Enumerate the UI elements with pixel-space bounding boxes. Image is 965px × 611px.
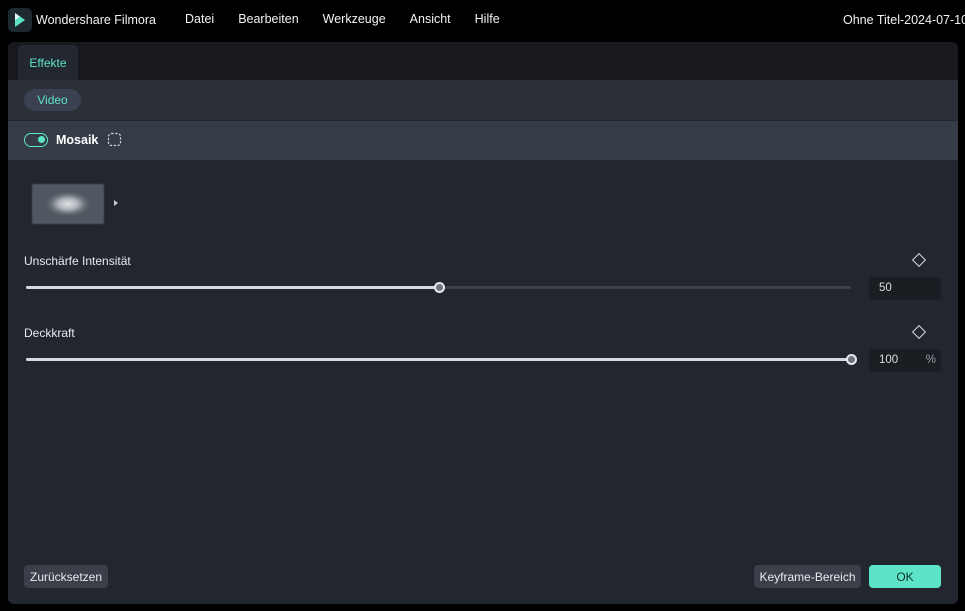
menu-werkzeuge[interactable]: Werkzeuge: [323, 12, 386, 26]
title-bar: Wondershare Filmora Datei Bearbeiten Wer…: [0, 0, 965, 40]
filmora-logo-icon: [8, 8, 32, 32]
slider-blur-intensity[interactable]: [26, 282, 851, 293]
value-text: 50: [879, 282, 892, 294]
effect-header-row: Mosaik: [8, 121, 958, 160]
subtab-bar: Video: [8, 80, 958, 120]
slider-fill: [26, 358, 851, 361]
menu-ansicht[interactable]: Ansicht: [410, 12, 451, 26]
keyframe-range-button[interactable]: Keyframe-Bereich: [754, 565, 861, 588]
menu-hilfe[interactable]: Hilfe: [475, 12, 500, 26]
tab-effekte[interactable]: Effekte: [18, 45, 78, 80]
slider-thumb[interactable]: [433, 282, 445, 293]
keyframe-diamond-icon[interactable]: [911, 324, 927, 340]
ok-button[interactable]: OK: [869, 565, 941, 588]
value-unit: %: [925, 354, 936, 366]
slider-thumb[interactable]: [846, 354, 857, 365]
app-name: Wondershare Filmora: [36, 13, 156, 27]
param-label-opacity: Deckkraft: [24, 326, 75, 340]
toggle-knob: [38, 136, 45, 143]
menu-bearbeiten[interactable]: Bearbeiten: [238, 12, 298, 26]
reset-button[interactable]: Zurücksetzen: [24, 565, 108, 588]
menu-datei[interactable]: Datei: [185, 12, 214, 26]
effect-name: Mosaik: [56, 133, 99, 147]
menu-bar: Datei Bearbeiten Werkzeuge Ansicht Hilfe: [185, 12, 500, 26]
thumbnail-expand-arrow-icon[interactable]: [114, 200, 118, 206]
mask-select-icon[interactable]: [107, 132, 122, 147]
effect-preview-thumbnail[interactable]: [32, 184, 104, 224]
effect-enable-toggle[interactable]: [24, 133, 48, 147]
value-text: 100: [879, 354, 899, 366]
param-label-blur-intensity: Unschärfe Intensität: [24, 254, 131, 268]
panel-tabstrip: Effekte: [8, 42, 958, 80]
value-input-blur-intensity[interactable]: 50: [869, 277, 941, 300]
slider-fill: [26, 286, 439, 289]
subtab-video[interactable]: Video: [24, 89, 81, 111]
keyframe-diamond-icon[interactable]: [911, 252, 927, 268]
slider-opacity[interactable]: [26, 354, 857, 365]
effects-panel: Effekte Video Mosaik Unschärfe Intensitä…: [8, 42, 958, 604]
document-title: Ohne Titel-2024-07-10 2: [843, 13, 965, 27]
value-input-opacity[interactable]: 100 %: [869, 349, 941, 372]
